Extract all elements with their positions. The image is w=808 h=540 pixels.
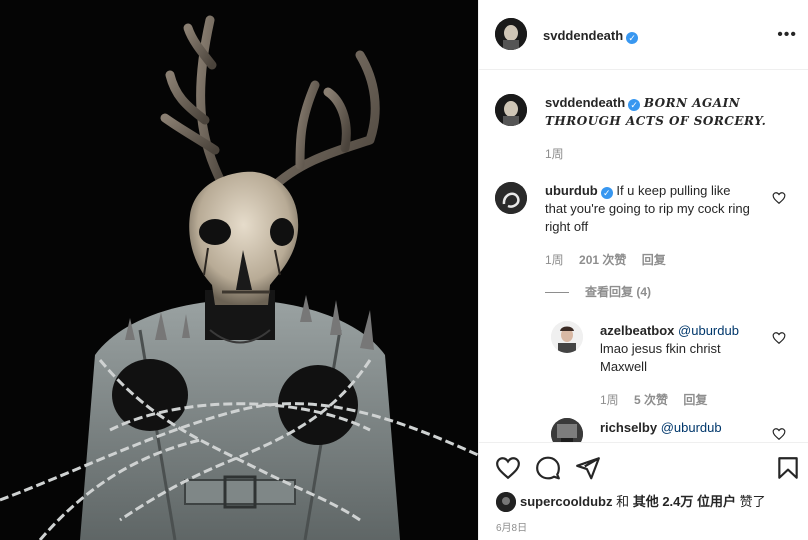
instagram-post-view: svddendeath ✓ ••• svddendeath ✓ BORN AGAIN…: [0, 0, 808, 540]
comment-meta: 1周 201 次赞 回复: [545, 251, 678, 268]
verified-badge-icon: ✓: [626, 32, 639, 44]
comments-list: svddendeath ✓ BORN AGAIN THROUGH ACTS OF …: [479, 70, 808, 442]
liker-avatar[interactable]: [496, 492, 516, 512]
comment-icon[interactable]: [535, 455, 561, 481]
view-replies-button[interactable]: 查看回复 (4): [545, 283, 651, 300]
reply-avatar-image: [551, 418, 583, 442]
reply-meta: 1周 5 次赞 回复: [600, 391, 719, 408]
reply-likes[interactable]: 5 次赞: [634, 393, 668, 407]
reply-mention-link[interactable]: @uburdub: [678, 323, 739, 338]
reply-item: azelbeatbox @uburdub lmao jesus fkin chr…: [479, 310, 808, 410]
comment-username[interactable]: uburdub: [545, 183, 598, 198]
likes-summary: supercooldubz 和 其他 2.4万 位用户 赞了: [496, 491, 766, 512]
caption-username[interactable]: svddendeath: [545, 95, 625, 110]
caption-avatar-image: [495, 94, 527, 126]
liker-avatar-image: [496, 492, 516, 512]
reply-author-avatar[interactable]: [551, 321, 583, 353]
like-comment-heart-icon[interactable]: [772, 191, 786, 205]
reply-avatar-image: [551, 321, 583, 353]
caption-author-avatar[interactable]: [495, 94, 527, 126]
post-photo-illustration: [0, 0, 478, 540]
likes-suffix: 赞了: [739, 494, 766, 509]
reply-mention-link[interactable]: @uburdub: [661, 420, 722, 435]
share-icon[interactable]: [575, 455, 601, 481]
liker-username[interactable]: supercooldubz: [520, 494, 612, 509]
reply-body: lmao jesus fkin christ Maxwell: [600, 341, 721, 374]
author-name-row: svddendeath ✓: [543, 27, 639, 45]
author-username[interactable]: svddendeath: [543, 28, 623, 43]
heart-icon[interactable]: [495, 455, 521, 481]
verified-badge-icon: ✓: [600, 187, 613, 199]
reply-item: richselby @uburdub: [479, 414, 808, 442]
post-header: svddendeath ✓ •••: [479, 0, 808, 70]
reply-username[interactable]: richselby: [600, 420, 657, 435]
more-options-icon[interactable]: •••: [777, 26, 797, 44]
caption-item: svddendeath ✓ BORN AGAIN THROUGH ACTS OF …: [479, 70, 808, 170]
comment-time[interactable]: 1周: [545, 253, 564, 267]
post-side-panel: svddendeath ✓ ••• svddendeath ✓ BORN AGAIN…: [478, 0, 808, 540]
verified-badge-icon: ✓: [628, 99, 641, 111]
caption-meta: 1周: [545, 145, 576, 162]
reply-time[interactable]: 1周: [600, 393, 619, 407]
reply-text: richselby @uburdub: [600, 419, 770, 437]
post-date[interactable]: 6月8日: [496, 519, 527, 534]
comment-item: uburdub ✓ If u keep pulling like that you…: [479, 170, 808, 442]
like-reply-heart-icon[interactable]: [772, 331, 786, 345]
caption-time[interactable]: 1周: [545, 147, 564, 161]
post-actions: supercooldubz 和 其他 2.4万 位用户 赞了 6月8日: [479, 442, 808, 540]
likes-others[interactable]: 其他 2.4万 位用户: [633, 494, 736, 509]
reply-reply-button[interactable]: 回复: [683, 393, 707, 407]
author-avatar-image: [495, 18, 527, 50]
comment-avatar-image: [495, 182, 527, 214]
replies-divider-line: [545, 292, 569, 294]
bookmark-icon[interactable]: [775, 455, 801, 481]
comment-reply-button[interactable]: 回复: [642, 253, 666, 267]
view-replies-label: 查看回复 (4): [585, 285, 652, 299]
reply-username[interactable]: azelbeatbox: [600, 323, 674, 338]
comment-author-avatar[interactable]: [495, 182, 527, 214]
reply-author-avatar[interactable]: [551, 418, 583, 442]
comment-text: uburdub ✓ If u keep pulling like that you…: [545, 182, 755, 236]
comment-likes[interactable]: 201 次赞: [579, 253, 626, 267]
like-reply-heart-icon[interactable]: [772, 427, 786, 441]
caption-text: svddendeath ✓ BORN AGAIN THROUGH ACTS OF …: [545, 94, 775, 130]
post-photo: [0, 0, 478, 540]
likes-connector: 和: [616, 494, 630, 509]
reply-text: azelbeatbox @uburdub lmao jesus fkin chr…: [600, 322, 770, 376]
author-avatar[interactable]: [495, 18, 527, 50]
